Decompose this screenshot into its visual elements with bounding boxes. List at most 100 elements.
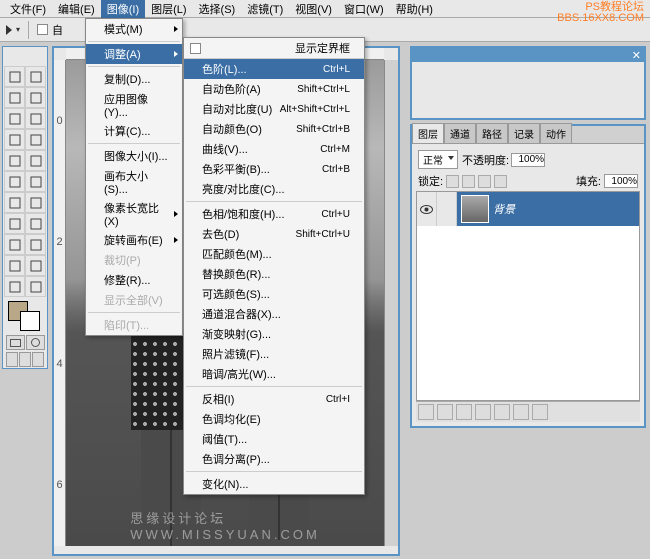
- menu-4[interactable]: 选择(S): [193, 0, 242, 19]
- type-tool[interactable]: [25, 213, 46, 234]
- submenu-item[interactable]: 色调均化(E): [184, 409, 364, 429]
- submenu-item[interactable]: 曲线(V)...Ctrl+M: [184, 139, 364, 159]
- pen-tool[interactable]: [4, 234, 25, 255]
- layer-thumbnail[interactable]: [461, 195, 489, 223]
- slice-tool[interactable]: [25, 108, 46, 129]
- history-tool[interactable]: [25, 150, 46, 171]
- submenu-item[interactable]: 自动颜色(O)Shift+Ctrl+B: [184, 119, 364, 139]
- menu-2[interactable]: 图像(I): [101, 0, 145, 19]
- menu-8[interactable]: 帮助(H): [390, 0, 439, 19]
- lock-all-icon[interactable]: [494, 175, 507, 188]
- link-icon[interactable]: [418, 404, 434, 420]
- hand-tool[interactable]: [4, 276, 25, 297]
- heal-tool[interactable]: [4, 129, 25, 150]
- path-tool[interactable]: [4, 213, 25, 234]
- blur-tool[interactable]: [4, 192, 25, 213]
- panels-area: ✕ 图层通道路径记录动作 正常 不透明度: 锁定: 填充:: [410, 46, 646, 432]
- menu-7[interactable]: 窗口(W): [338, 0, 390, 19]
- lock-transparent-icon[interactable]: [446, 175, 459, 188]
- menu-3[interactable]: 图层(L): [145, 0, 192, 19]
- adjustments-submenu: 显示定界框 色阶(L)...Ctrl+L自动色阶(A)Shift+Ctrl+L自…: [183, 37, 365, 495]
- adjustment-icon[interactable]: [475, 404, 491, 420]
- submenu-item[interactable]: 去色(D)Shift+Ctrl+U: [184, 224, 364, 244]
- folder-icon[interactable]: [494, 404, 510, 420]
- opacity-input[interactable]: [511, 153, 545, 167]
- brush-tool[interactable]: [25, 129, 46, 150]
- zoom-tool[interactable]: [25, 276, 46, 297]
- mask-icon[interactable]: [456, 404, 472, 420]
- menu-item[interactable]: 旋转画布(E): [86, 230, 182, 250]
- panel-tab[interactable]: 动作: [540, 123, 572, 143]
- move-tool-icon: [6, 25, 12, 35]
- submenu-item[interactable]: 通道混合器(X)...: [184, 304, 364, 324]
- submenu-item[interactable]: 匹配颜色(M)...: [184, 244, 364, 264]
- quickmask-mode-icon[interactable]: [26, 335, 45, 350]
- trash-icon[interactable]: [532, 404, 548, 420]
- menu-item[interactable]: 模式(M): [86, 19, 182, 39]
- submenu-item[interactable]: 色彩平衡(B)...Ctrl+B: [184, 159, 364, 179]
- close-icon[interactable]: ✕: [632, 49, 641, 62]
- lasso-tool[interactable]: [4, 87, 25, 108]
- submenu-item[interactable]: 自动色阶(A)Shift+Ctrl+L: [184, 79, 364, 99]
- submenu-header: 显示定界框: [184, 38, 364, 59]
- menu-item[interactable]: 像素长宽比(X): [86, 198, 182, 230]
- lock-image-icon[interactable]: [462, 175, 475, 188]
- auto-select-checkbox[interactable]: [37, 24, 48, 35]
- menu-item[interactable]: 应用图像(Y)...: [86, 89, 182, 121]
- menu-item[interactable]: 计算(C)...: [86, 121, 182, 141]
- notes-tool[interactable]: [4, 255, 25, 276]
- eyedrop-tool[interactable]: [25, 255, 46, 276]
- menu-6[interactable]: 视图(V): [289, 0, 338, 19]
- marquee-tool[interactable]: [4, 66, 25, 87]
- submenu-item[interactable]: 照片滤镜(F)...: [184, 344, 364, 364]
- layer-list: 背景: [416, 191, 640, 401]
- gradient-tool[interactable]: [25, 171, 46, 192]
- shape-tool[interactable]: [25, 234, 46, 255]
- menu-1[interactable]: 编辑(E): [52, 0, 101, 19]
- tool-dropdown-icon[interactable]: ▾: [16, 25, 20, 34]
- submenu-item[interactable]: 色调分离(P)...: [184, 449, 364, 469]
- menu-item[interactable]: 画布大小(S)...: [86, 166, 182, 198]
- eraser-tool[interactable]: [4, 171, 25, 192]
- submenu-item[interactable]: 色阶(L)...Ctrl+L: [184, 59, 364, 79]
- submenu-item[interactable]: 变化(N)...: [184, 474, 364, 494]
- submenu-item[interactable]: 亮度/对比度(C)...: [184, 179, 364, 199]
- panel-tab[interactable]: 路径: [476, 123, 508, 143]
- submenu-item[interactable]: 自动对比度(U)Alt+Shift+Ctrl+L: [184, 99, 364, 119]
- scrollbar-vertical[interactable]: [384, 60, 398, 546]
- fill-input[interactable]: [604, 174, 638, 188]
- menu-item[interactable]: 图像大小(I)...: [86, 146, 182, 166]
- background-swatch[interactable]: [20, 311, 40, 331]
- menu-item[interactable]: 调整(A): [86, 44, 182, 64]
- crop-tool[interactable]: [4, 108, 25, 129]
- menu-item[interactable]: 复制(D)...: [86, 69, 182, 89]
- submenu-item[interactable]: 反相(I)Ctrl+I: [184, 389, 364, 409]
- submenu-item[interactable]: 可选颜色(S)...: [184, 284, 364, 304]
- layer-name[interactable]: 背景: [493, 201, 515, 217]
- submenu-item[interactable]: 渐变映射(G)...: [184, 324, 364, 344]
- move-tool[interactable]: [25, 66, 46, 87]
- submenu-item[interactable]: 阈值(T)...: [184, 429, 364, 449]
- menu-item[interactable]: 修整(R)...: [86, 270, 182, 290]
- submenu-item[interactable]: 暗调/高光(W)...: [184, 364, 364, 384]
- stamp-tool[interactable]: [4, 150, 25, 171]
- panel-tab[interactable]: 图层: [412, 123, 444, 143]
- submenu-item[interactable]: 色相/饱和度(H)...Ctrl+U: [184, 204, 364, 224]
- blend-mode-select[interactable]: 正常: [418, 150, 458, 169]
- wand-tool[interactable]: [25, 87, 46, 108]
- fx-icon[interactable]: [437, 404, 453, 420]
- lock-position-icon[interactable]: [478, 175, 491, 188]
- dodge-tool[interactable]: [25, 192, 46, 213]
- screenmode-2-icon[interactable]: [32, 352, 44, 367]
- submenu-item[interactable]: 替换颜色(R)...: [184, 264, 364, 284]
- screenmode-1-icon[interactable]: [19, 352, 31, 367]
- menu-0[interactable]: 文件(F): [4, 0, 52, 19]
- screenmode-0-icon[interactable]: [6, 352, 18, 367]
- menu-5[interactable]: 滤镜(T): [241, 0, 289, 19]
- standard-mode-icon[interactable]: [6, 335, 25, 350]
- panel-tab[interactable]: 记录: [508, 123, 540, 143]
- new-layer-icon[interactable]: [513, 404, 529, 420]
- panel-tab[interactable]: 通道: [444, 123, 476, 143]
- visibility-icon[interactable]: [417, 192, 437, 226]
- layer-row[interactable]: 背景: [417, 192, 639, 226]
